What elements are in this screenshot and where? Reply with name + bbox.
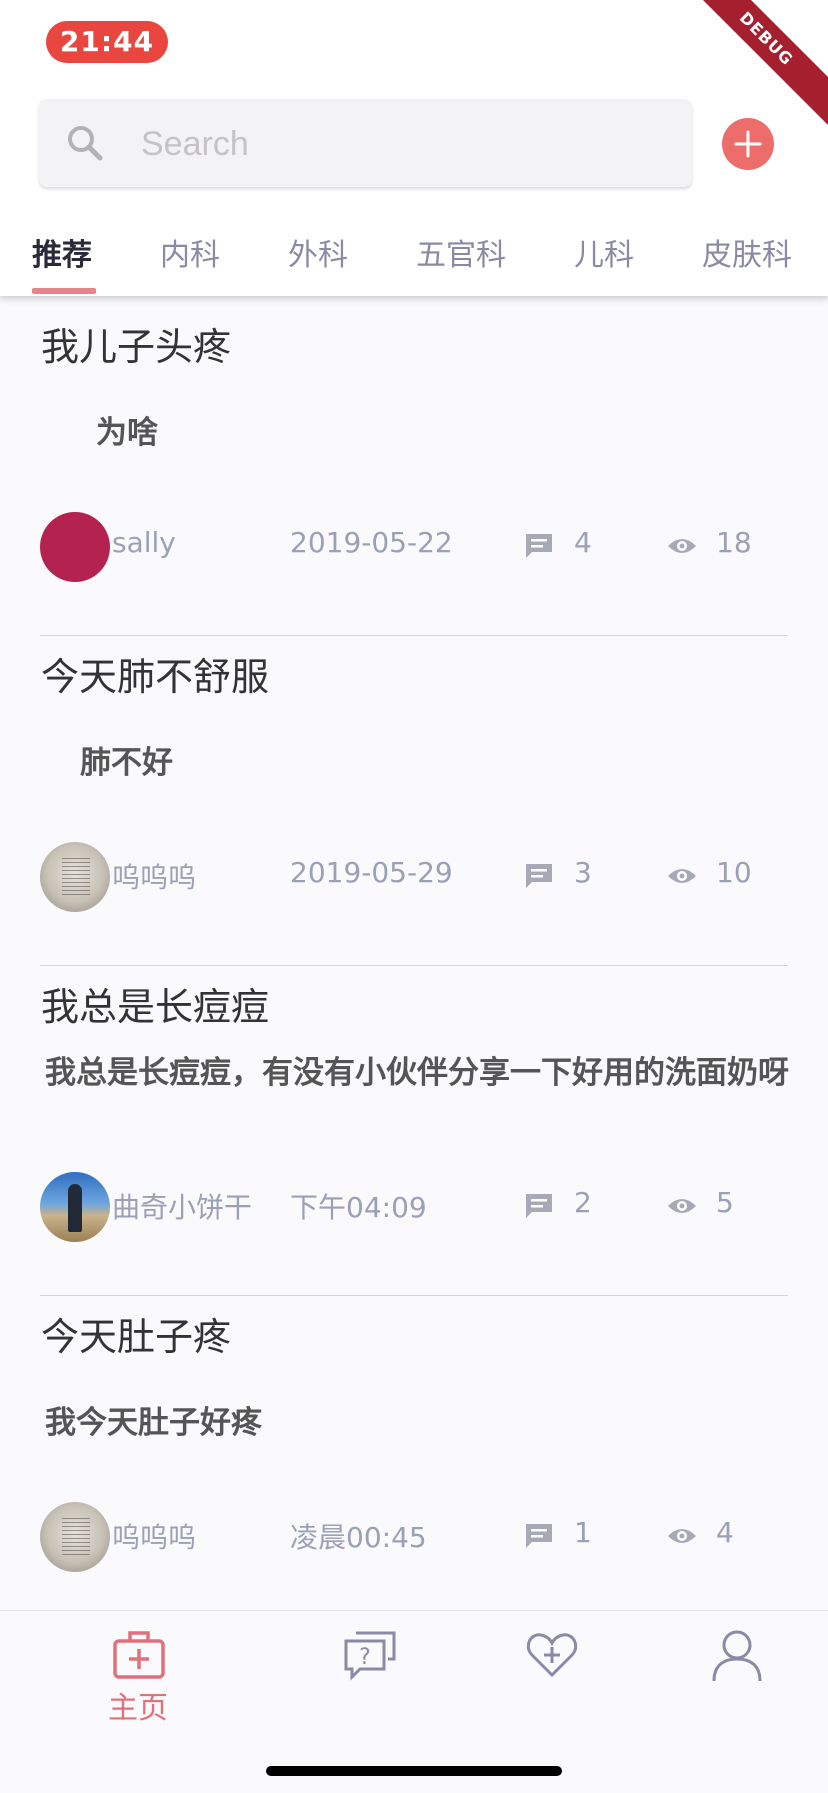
nav-health[interactable] [490,1611,610,1731]
search-bar[interactable] [39,99,692,189]
user-icon [712,1630,762,1682]
comment-icon [526,534,552,558]
debug-banner: DEBUG [669,0,828,136]
post-body: 我今天肚子好疼 [45,1405,262,1441]
tab-dermatology[interactable]: 皮肤科 [702,230,792,274]
post-date: 2019-05-29 [290,856,453,889]
post-title: 我总是长痘痘 [41,985,270,1029]
comment-count: 2 [574,1186,592,1219]
nav-home[interactable]: 主页 [78,1611,198,1731]
nav-home-label: 主页 [108,1691,168,1726]
eye-icon [668,539,696,553]
eye-icon [668,869,696,883]
tab-pediatrics[interactable]: 儿科 [574,230,634,274]
comment-icon [526,1194,552,1218]
post-body: 为啥 [96,415,158,451]
comment-count: 4 [574,526,592,559]
tab-recommended[interactable]: 推荐 [32,230,92,274]
question-chat-icon: ? [344,1631,396,1681]
post-title: 我儿子头疼 [41,325,232,369]
post-card[interactable]: 我儿子头疼 为啥 sally 2019-05-22 4 18 [0,306,828,636]
comment-count: 1 [574,1516,592,1549]
search-icon [68,126,103,161]
tab-surgery[interactable]: 外科 [288,230,348,274]
post-date: 下午04:09 [290,1191,427,1224]
post-author[interactable]: 呜呜呜 [112,856,196,896]
comment-icon [526,1524,552,1548]
nav-profile[interactable] [676,1611,796,1731]
post-card[interactable]: 今天肚子疼 我今天肚子好疼 呜呜呜 凌晨00:45 1 4 [0,1296,828,1626]
status-time: 21:44 [46,21,168,63]
post-title: 今天肺不舒服 [41,655,270,699]
tab-internal-medicine[interactable]: 内科 [160,230,220,274]
view-count: 4 [716,1516,734,1549]
eye-icon [668,1529,696,1543]
avatar[interactable] [40,512,110,582]
post-title: 今天肚子疼 [41,1315,232,1359]
post-date: 凌晨00:45 [290,1521,427,1554]
plus-icon [734,130,762,158]
post-author[interactable]: 曲奇小饼干 [112,1186,252,1226]
post-card[interactable]: 今天肺不舒服 肺不好 呜呜呜 2019-05-29 3 10 [0,636,828,966]
medical-kit-icon [113,1631,165,1679]
add-post-button[interactable] [722,118,774,170]
tab-indicator [32,288,96,294]
category-tabs: 推荐 内科 外科 五官科 儿科 皮肤科 [0,222,828,296]
avatar[interactable] [40,1502,110,1572]
post-body: 肺不好 [80,745,173,781]
view-count: 10 [716,856,752,889]
post-author[interactable]: sally [112,526,176,559]
post-date: 2019-05-22 [290,526,453,559]
post-card[interactable]: 我总是长痘痘 我总是长痘痘，有没有小伙伴分享一下好用的洗面奶呀 曲奇小饼干 下午… [0,966,828,1296]
avatar[interactable] [40,1172,110,1242]
view-count: 18 [716,526,752,559]
comment-count: 3 [574,856,592,889]
heart-plus-icon [526,1633,578,1678]
home-indicator [266,1766,562,1776]
eye-icon [668,1199,696,1213]
tab-ent[interactable]: 五官科 [416,230,506,274]
search-input[interactable] [139,99,663,189]
app-header: 21:44 DEBUG 推荐 内科 外科 五官科 儿科 皮肤科 [0,0,828,296]
post-body: 我总是长痘痘，有没有小伙伴分享一下好用的洗面奶呀 [45,1055,789,1091]
svg-text:?: ? [359,1645,371,1670]
avatar[interactable] [40,842,110,912]
view-count: 5 [716,1186,734,1219]
post-author[interactable]: 呜呜呜 [112,1516,196,1556]
nav-questions[interactable]: ? [308,1611,428,1731]
comment-icon [526,864,552,888]
